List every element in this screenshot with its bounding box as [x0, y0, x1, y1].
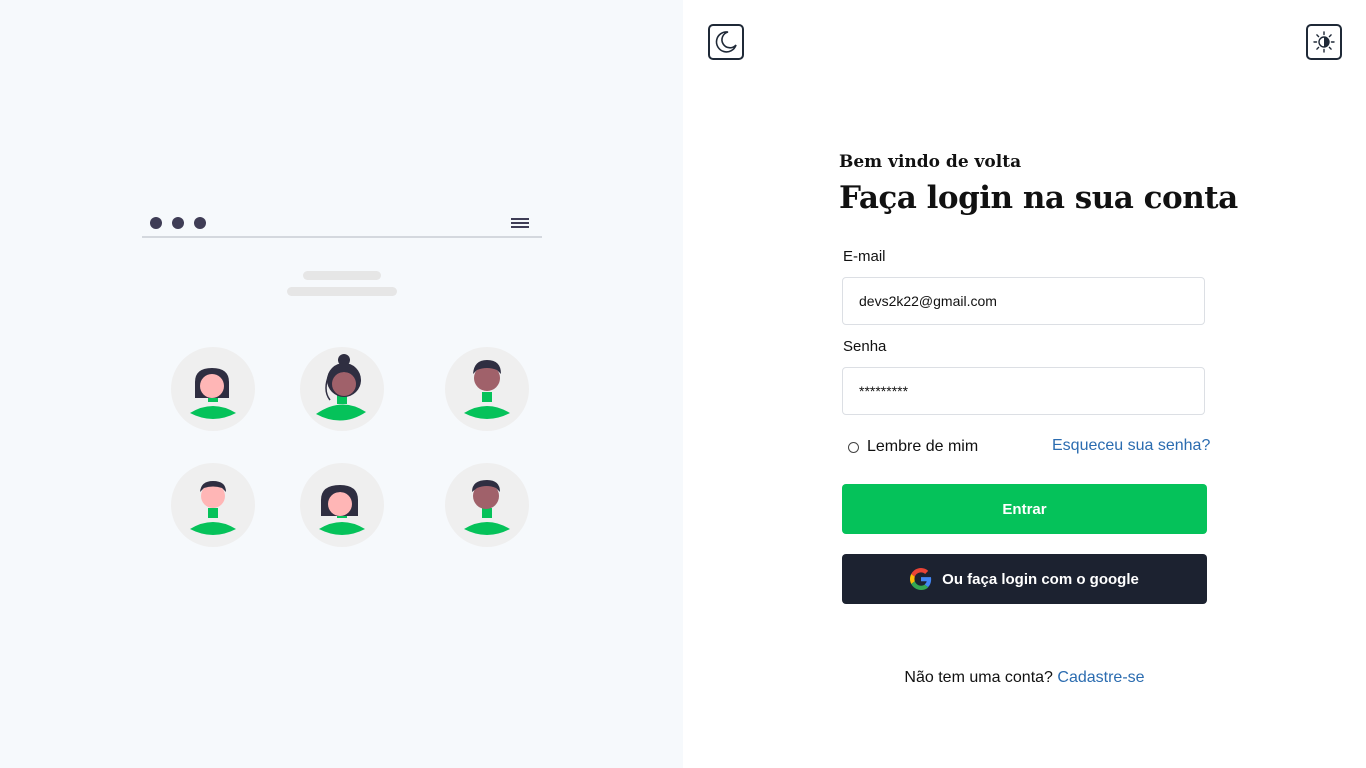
- window-dot: [150, 217, 162, 229]
- page-title: Faça login na sua conta: [839, 180, 1238, 216]
- signup-link[interactable]: Cadastre-se: [1057, 669, 1144, 686]
- window-dot: [194, 217, 206, 229]
- welcome-text: Bem vindo de volta: [839, 152, 1022, 172]
- signup-prompt: Não tem uma conta? Cadastre-se: [683, 669, 1366, 687]
- forgot-password-link[interactable]: Esqueceu sua senha?: [1052, 437, 1210, 455]
- remember-me-option[interactable]: Lembre de mim: [848, 438, 978, 456]
- moon-icon: [715, 31, 737, 53]
- google-icon: [910, 568, 932, 590]
- hamburger-icon: [511, 218, 529, 228]
- placeholder-bar: [287, 287, 397, 296]
- sun-contrast-icon: [1313, 31, 1335, 53]
- email-label: E-mail: [843, 248, 886, 265]
- password-field[interactable]: [842, 367, 1205, 415]
- login-panel: Bem vindo de volta Faça login na sua con…: [683, 0, 1366, 768]
- light-mode-button[interactable]: [1306, 24, 1342, 60]
- female-bob-avatar: [300, 463, 384, 547]
- remember-me-label: Lembre de mim: [867, 438, 979, 455]
- male-avatar: [445, 347, 529, 431]
- google-login-label: Ou faça login com o google: [942, 570, 1139, 588]
- password-label: Senha: [843, 338, 887, 355]
- male-avatar: [445, 463, 529, 547]
- female-avatar: [171, 347, 255, 431]
- email-field[interactable]: [842, 277, 1205, 325]
- login-button-label: Entrar: [1002, 500, 1047, 518]
- female-bun-avatar: [300, 347, 384, 431]
- no-account-text: Não tem uma conta?: [904, 669, 1053, 686]
- team-illustration: [142, 217, 542, 547]
- login-button[interactable]: Entrar: [842, 484, 1207, 534]
- remember-me-radio[interactable]: [848, 441, 859, 453]
- placeholder-bar: [303, 271, 381, 280]
- illustration-panel: [0, 0, 683, 768]
- window-dot: [172, 217, 184, 229]
- dark-mode-button[interactable]: [708, 24, 744, 60]
- google-login-button[interactable]: Ou faça login com o google: [842, 554, 1207, 604]
- male-avatar: [171, 463, 255, 547]
